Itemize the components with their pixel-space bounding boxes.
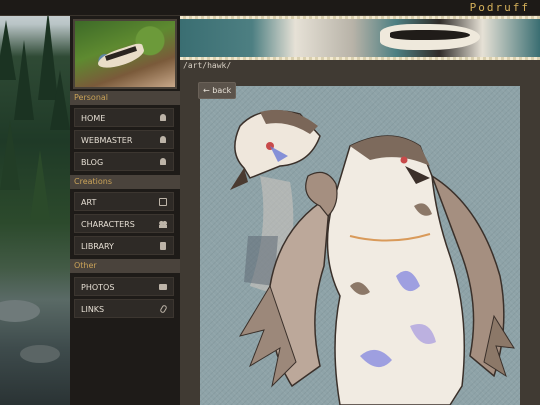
section-heading-creations: Creations [70, 175, 180, 189]
users-icon [159, 220, 167, 228]
arrow-left-icon: ← [203, 86, 210, 95]
bell-icon [160, 158, 166, 165]
nav-label: HOME [81, 114, 106, 123]
header-banner-image [180, 16, 540, 60]
rock [0, 300, 40, 322]
nav-item-links[interactable]: LINKS [74, 299, 174, 318]
image-icon [159, 198, 167, 206]
nav-label: WEBMASTER [81, 136, 133, 145]
nav-item-blog[interactable]: BLOG [74, 152, 174, 171]
section-heading-personal: Personal [70, 91, 180, 105]
avatar-image [73, 19, 177, 89]
paperclip-icon [159, 304, 168, 314]
sidebar: Personal HOME WEBMASTER BLOG Creations A… [70, 16, 180, 405]
nav-item-art[interactable]: ART [74, 192, 174, 211]
back-button-label: back [212, 86, 232, 95]
nav-label: LINKS [81, 305, 105, 314]
nav-label: PHOTOS [81, 283, 115, 292]
artwork-hawk-image [200, 86, 520, 405]
nav-item-home[interactable]: HOME [74, 108, 174, 127]
tree-shape [0, 120, 20, 190]
nav-item-characters[interactable]: CHARACTERS [74, 214, 174, 233]
nav-item-webmaster[interactable]: WEBMASTER [74, 130, 174, 149]
book-icon [160, 242, 166, 250]
badger-snout [95, 41, 147, 73]
tree-shape [30, 150, 50, 220]
background-forest-photo [0, 0, 70, 405]
nav-label: CHARACTERS [81, 220, 135, 229]
nav-label: ART [81, 198, 97, 207]
tree-shape [14, 40, 34, 120]
nav-item-photos[interactable]: PHOTOS [74, 277, 174, 296]
nav-label: LIBRARY [81, 242, 114, 251]
nav-item-library[interactable]: LIBRARY [74, 236, 174, 255]
badger-stripe [390, 30, 470, 40]
camera-icon [159, 284, 167, 290]
tree-shape [50, 70, 70, 130]
section-heading-other: Other [70, 259, 180, 273]
back-button[interactable]: ← back [198, 82, 236, 99]
rock [20, 345, 60, 363]
bell-icon [160, 114, 166, 121]
breadcrumb: /art/hawk/ [183, 61, 232, 70]
main-panel: /art/hawk/ ← back [180, 16, 540, 405]
site-title: Podruff [469, 1, 530, 14]
nav-label: BLOG [81, 158, 104, 167]
artwork-illustration [230, 109, 515, 405]
top-bar: Podruff [0, 0, 540, 16]
bell-icon [160, 136, 166, 143]
